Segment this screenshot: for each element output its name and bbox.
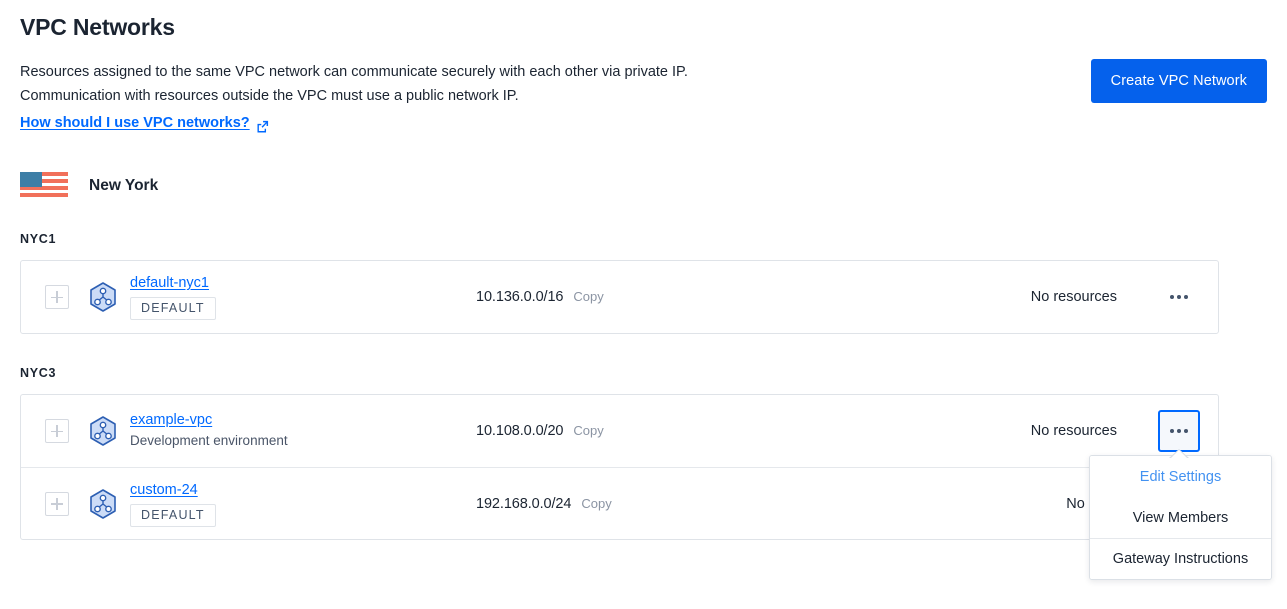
page-description: Resources assigned to the same VPC netwo…	[20, 60, 840, 134]
region-header: New York	[20, 172, 158, 199]
table-row[interactable]: default-nyc1 DEFAULT 10.136.0.0/16 Copy …	[21, 261, 1218, 333]
vpc-name-cell: custom-24 DEFAULT	[130, 481, 420, 527]
vpc-description: Development environment	[130, 433, 288, 448]
expand-row-icon[interactable]	[45, 285, 69, 309]
vpc-name-link[interactable]: default-nyc1	[130, 274, 209, 293]
menu-item-edit-settings[interactable]: Edit Settings	[1090, 456, 1271, 497]
kebab-menu-icon	[1170, 429, 1174, 433]
vpc-name-cell: example-vpc Development environment	[130, 411, 420, 451]
row-menu-button[interactable]	[1158, 276, 1200, 318]
vpc-name-cell: default-nyc1 DEFAULT	[130, 274, 420, 320]
region-name: New York	[89, 176, 159, 194]
page-header: VPC Networks Resources assigned to the s…	[20, 12, 1267, 133]
copy-ip-button[interactable]: Copy	[573, 289, 603, 304]
expand-row-icon[interactable]	[45, 419, 69, 443]
us-flag-icon	[20, 172, 68, 199]
vpc-network-icon	[88, 488, 118, 520]
menu-item-view-members[interactable]: View Members	[1090, 497, 1271, 538]
vpc-docs-link-label: How should I use VPC networks?	[20, 115, 250, 131]
row-context-menu: Edit Settings View Members Gateway Instr…	[1089, 455, 1272, 580]
kebab-menu-icon	[1170, 295, 1174, 299]
vpc-table-nyc3: example-vpc Development environment 10.1…	[20, 394, 1219, 540]
expand-row-icon[interactable]	[45, 491, 69, 516]
table-row[interactable]: custom-24 DEFAULT 192.168.0.0/24 Copy No…	[21, 467, 1218, 539]
page-title: VPC Networks	[20, 14, 175, 40]
copy-ip-button[interactable]: Copy	[581, 496, 611, 511]
table-row[interactable]: example-vpc Development environment 10.1…	[21, 395, 1218, 467]
resources-count: No resources	[1030, 423, 1117, 439]
ip-range-cell: 10.108.0.0/20 Copy	[476, 423, 776, 439]
vpc-docs-link[interactable]: How should I use VPC networks?	[20, 112, 269, 134]
datacenter-label-nyc1: NYC1	[20, 232, 57, 246]
ip-range-cell: 192.168.0.0/24 Copy	[476, 496, 776, 512]
ip-range-value: 192.168.0.0/24	[476, 495, 572, 512]
external-link-icon	[256, 118, 269, 133]
vpc-name-link[interactable]: custom-24	[130, 481, 198, 500]
copy-ip-button[interactable]: Copy	[573, 423, 603, 438]
row-menu-button-active[interactable]	[1158, 410, 1200, 459]
menu-item-gateway-instructions[interactable]: Gateway Instructions	[1090, 538, 1271, 579]
ip-range-value: 10.108.0.0/20	[476, 423, 564, 439]
ip-range-cell: 10.136.0.0/16 Copy	[476, 289, 776, 305]
create-vpc-network-button[interactable]: Create VPC Network	[1090, 59, 1267, 103]
resources-count: No resources	[1030, 289, 1117, 305]
status-badge: DEFAULT	[130, 503, 216, 527]
vpc-network-icon	[88, 281, 118, 313]
status-badge: DEFAULT	[130, 297, 216, 320]
vpc-name-link[interactable]: example-vpc	[130, 411, 212, 430]
ip-range-value: 10.136.0.0/16	[476, 289, 564, 305]
vpc-table-nyc1: default-nyc1 DEFAULT 10.136.0.0/16 Copy …	[20, 260, 1219, 334]
description-line-1: Resources assigned to the same VPC netwo…	[20, 64, 688, 80]
vpc-network-icon	[88, 415, 118, 447]
datacenter-label-nyc3: NYC3	[20, 366, 57, 380]
description-line-2: Communication with resources outside the…	[20, 88, 519, 104]
